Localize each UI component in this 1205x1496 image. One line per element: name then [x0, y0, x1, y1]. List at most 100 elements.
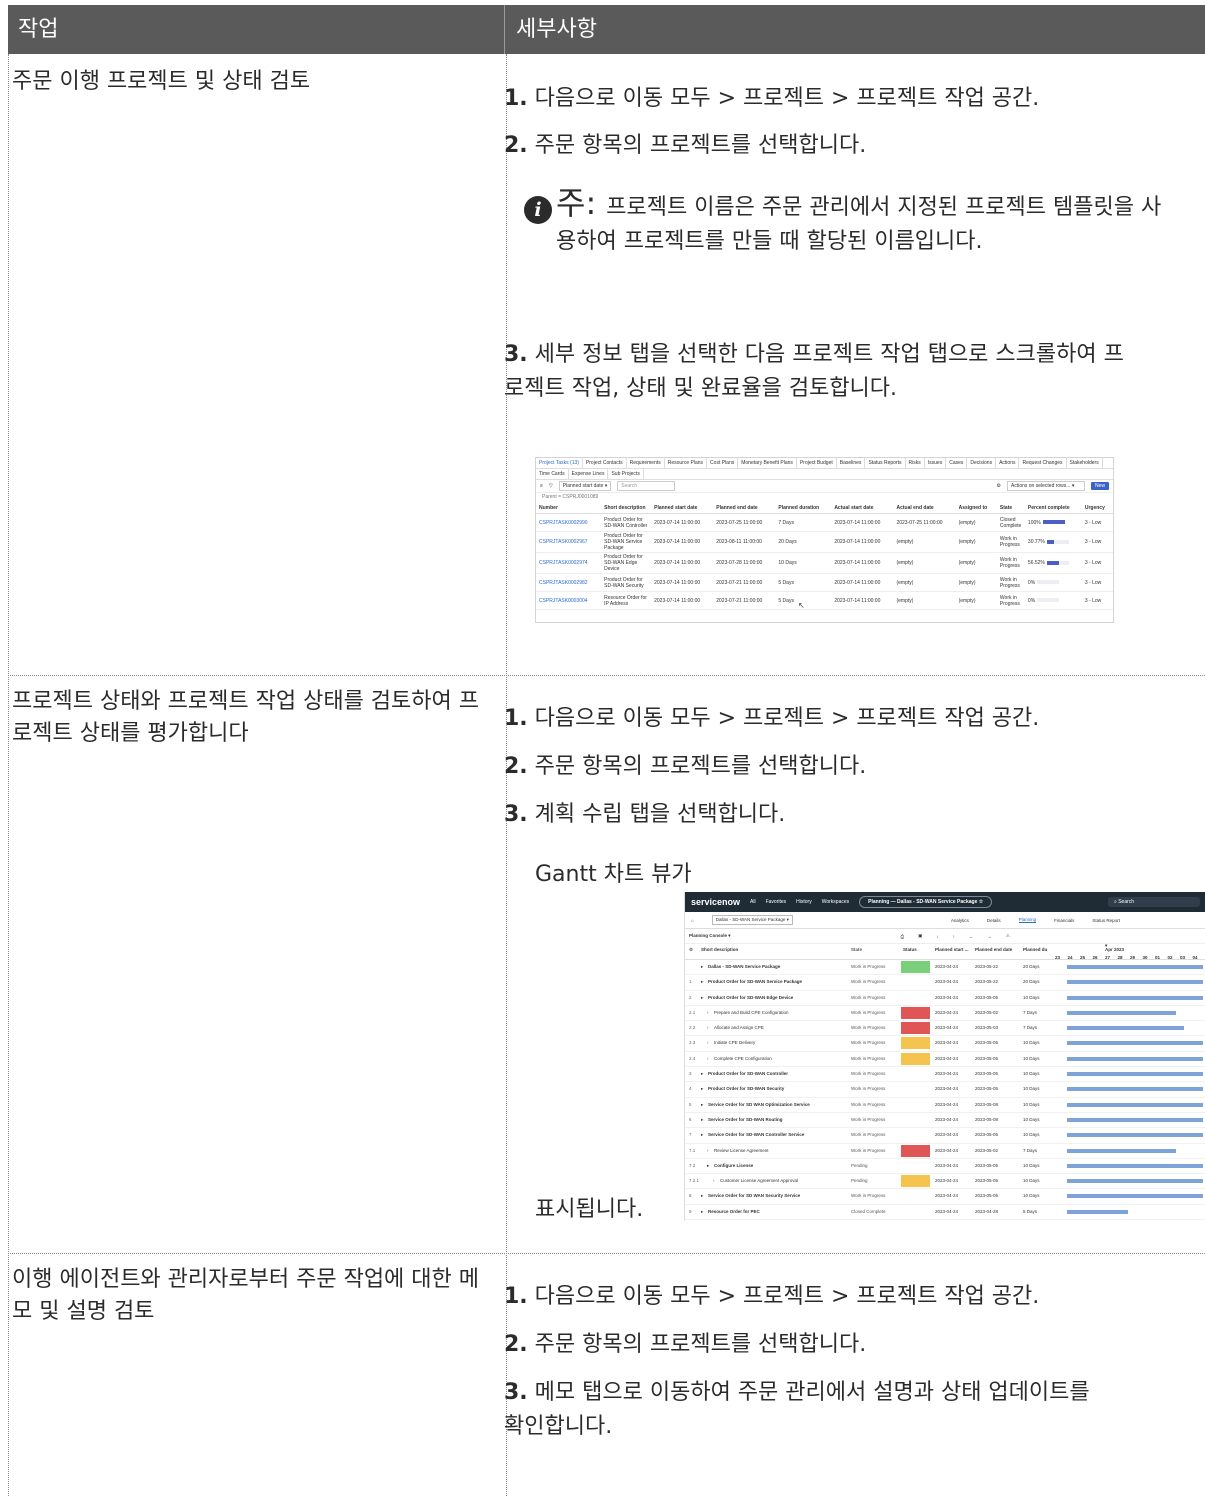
project-picker[interactable]: Dallas - SD-WAN Service Package ▾	[711, 915, 793, 925]
col-planned-end[interactable]: Planned end date	[975, 947, 1012, 952]
related-tab[interactable]: Requirements	[627, 458, 665, 468]
new-button[interactable]: New	[1090, 482, 1109, 490]
arrow-down-icon[interactable]: ↓	[936, 934, 938, 939]
nav-workspaces[interactable]: Workspaces	[822, 899, 849, 905]
cell-number[interactable]: CSPRJTASK0003004	[536, 591, 602, 610]
tab-planning[interactable]: Planning	[1018, 917, 1037, 923]
gantt-row[interactable]: 2 ▸ Product Order for SD-WAN Edge Device Wo…	[685, 991, 1205, 1006]
gantt-bar[interactable]	[1067, 1041, 1203, 1046]
gantt-row[interactable]: 5 ▸ Service Order for SD WAN Optimization …	[685, 1098, 1205, 1113]
col-short-description[interactable]: Short description	[701, 947, 738, 952]
gantt-bar[interactable]	[1067, 1209, 1129, 1214]
column-header[interactable]: Number	[536, 503, 602, 514]
expand-arrow-icon[interactable]: ▸	[701, 1117, 703, 1123]
related-tab[interactable]: Baselines	[837, 458, 866, 468]
menu-icon[interactable]: ≡	[540, 483, 543, 489]
gantt-bar[interactable]	[1067, 1026, 1184, 1031]
related-tab[interactable]: Project Budget	[797, 458, 837, 468]
cell-number[interactable]: CSPRJTASK0002974	[536, 552, 602, 574]
gantt-row[interactable]: 9 ▸ Resource Order for PEC Closed Complete 2…	[685, 1205, 1205, 1221]
arrow-up-icon[interactable]: ↑	[953, 934, 955, 939]
global-search[interactable]: ⌕ Search	[1108, 897, 1200, 907]
expand-arrow-icon[interactable]: ▸	[701, 995, 703, 1001]
planning-console-select[interactable]: Planning Console ▾	[689, 933, 731, 939]
gantt-bar[interactable]	[1067, 1133, 1203, 1138]
context-title-pill[interactable]: Planning — Dallas - SD-WAN Service Packa…	[859, 896, 993, 908]
gantt-bar[interactable]	[1067, 1163, 1203, 1168]
home-icon[interactable]: ⌂	[691, 918, 694, 923]
gantt-row[interactable]: 6 ▸ Service Order for SD-WAN Routing Work i…	[685, 1113, 1205, 1129]
table-row[interactable]: CSPRJTASK0002967 Product Order for SD-WAN…	[536, 531, 1113, 553]
gantt-bar[interactable]	[1067, 1148, 1176, 1153]
related-tab[interactable]: Time Cards	[536, 469, 569, 479]
gantt-bar[interactable]	[1067, 1179, 1203, 1184]
cell-number[interactable]: CSPRJTASK0002967	[536, 531, 602, 553]
column-header[interactable]: Actual end date	[893, 503, 956, 514]
gantt-row[interactable]: 3 ▸ Product Order for SD-WAN Controller Wor…	[685, 1067, 1205, 1083]
related-tab[interactable]: Sub Projects	[608, 469, 644, 479]
warning-icon[interactable]: ⚠	[1006, 933, 1010, 939]
related-tab[interactable]: Project Tasks (13)	[536, 458, 583, 468]
related-tab[interactable]: Stakeholders	[1067, 458, 1103, 468]
gantt-row[interactable]: 2.1 › Prepare and Build CPE Configuration W…	[685, 1006, 1205, 1022]
table-row[interactable]: CSPRJTASK0002974 Product Order for SD-WAN…	[536, 552, 1113, 574]
gantt-row[interactable]: 7 ▸ Service Order for SD-WAN Controller Se…	[685, 1128, 1205, 1144]
list-breadcrumb[interactable]: Parent = CSPRJ0001089	[536, 493, 1113, 503]
column-header[interactable]: Percent complete	[1024, 503, 1082, 514]
settings-icon[interactable]: ⚙	[689, 947, 693, 953]
table-row[interactable]: CSPRJTASK0002982 Product Order for SD-WAN…	[536, 573, 1113, 592]
tab-analytics[interactable]: Analytics	[951, 918, 969, 923]
col-planned-duration[interactable]: Planned du	[1023, 947, 1047, 952]
gantt-row[interactable]: 4 ▸ Product Order for SD-WAN Security Work …	[685, 1082, 1205, 1098]
col-status[interactable]: Status	[903, 947, 917, 952]
gantt-row[interactable]: 1 ▸ Product Order for SD-WAN Service Packa…	[685, 975, 1205, 991]
column-header[interactable]: Assigned to	[955, 503, 997, 514]
gantt-bar[interactable]	[1067, 980, 1203, 985]
column-header[interactable]: Planned end date	[713, 503, 776, 514]
table-row[interactable]: CSPRJTASK0003004 Resource Order for IP Ad…	[536, 591, 1113, 610]
gantt-row[interactable]: 8 ▸ Service Order for SD WAN Security Serv…	[685, 1189, 1205, 1205]
cell-number[interactable]: CSPRJTASK0002990	[536, 513, 602, 532]
expand-arrow-icon[interactable]: ▸	[701, 1071, 703, 1077]
tab-details[interactable]: Details	[987, 918, 1001, 923]
related-tab[interactable]: Issues	[925, 458, 947, 468]
save-icon[interactable]: ▣	[918, 933, 922, 939]
print-icon[interactable]: ⎙	[901, 934, 905, 939]
gantt-month[interactable]: Apr 2023 ▾	[1105, 943, 1124, 952]
tab-status-report[interactable]: Status Report	[1092, 918, 1120, 923]
column-header[interactable]: Planned start date	[651, 503, 714, 514]
related-tab[interactable]: Monetary Benefit Plans	[738, 458, 797, 468]
nav-favorites[interactable]: Favorites	[766, 899, 787, 905]
gantt-row[interactable]: 7.2 ▸ Configure License Pending 2023-04-24 20…	[685, 1159, 1205, 1175]
filter-field-select[interactable]: Planned start date ▾	[558, 481, 612, 491]
expand-arrow-icon[interactable]: ▸	[701, 1132, 703, 1138]
nav-all[interactable]: All	[750, 899, 756, 905]
related-tab[interactable]: Actions	[996, 458, 1020, 468]
expand-arrow-icon[interactable]: ▸	[701, 1193, 703, 1199]
related-tab[interactable]: Request Changes	[1019, 458, 1067, 468]
table-row[interactable]: CSPRJTASK0002990 Product Order for SD-WAN…	[536, 513, 1113, 532]
gantt-bar[interactable]	[1067, 995, 1203, 1000]
column-header[interactable]: Short description	[601, 503, 652, 514]
nav-history[interactable]: History	[796, 899, 812, 905]
search-input[interactable]: Search	[617, 481, 676, 491]
gantt-row[interactable]: 7.1 › Review License Agreement Work in Prog…	[685, 1144, 1205, 1159]
related-tab[interactable]: Cost Plans	[707, 458, 739, 468]
gear-icon[interactable]: ⚙	[997, 483, 1001, 489]
arrow-right-icon[interactable]: →	[987, 934, 992, 939]
gantt-row[interactable]: ▸ Dallas - SD-WAN Service Package Work in …	[685, 960, 1205, 976]
gantt-bar[interactable]	[1067, 1010, 1176, 1015]
expand-arrow-icon[interactable]: ▸	[701, 964, 703, 970]
gantt-bar[interactable]	[1067, 1072, 1203, 1077]
gantt-row[interactable]: 2.2 › Allocate and Assign CPE Work in Progr…	[685, 1021, 1205, 1037]
gantt-bar[interactable]	[1067, 1056, 1203, 1061]
related-tab[interactable]: Decisions	[967, 458, 997, 468]
expand-arrow-icon[interactable]: ▸	[701, 1209, 703, 1215]
arrow-left-icon[interactable]: ←	[969, 934, 974, 939]
expand-arrow-icon[interactable]: ▸	[701, 979, 703, 985]
filter-icon[interactable]: ▽	[549, 483, 553, 489]
col-planned-start[interactable]: Planned start ...	[935, 947, 969, 952]
expand-arrow-icon[interactable]: ▸	[707, 1163, 709, 1169]
column-header[interactable]: Planned duration	[775, 503, 832, 514]
tab-financials[interactable]: Financials	[1054, 918, 1074, 923]
